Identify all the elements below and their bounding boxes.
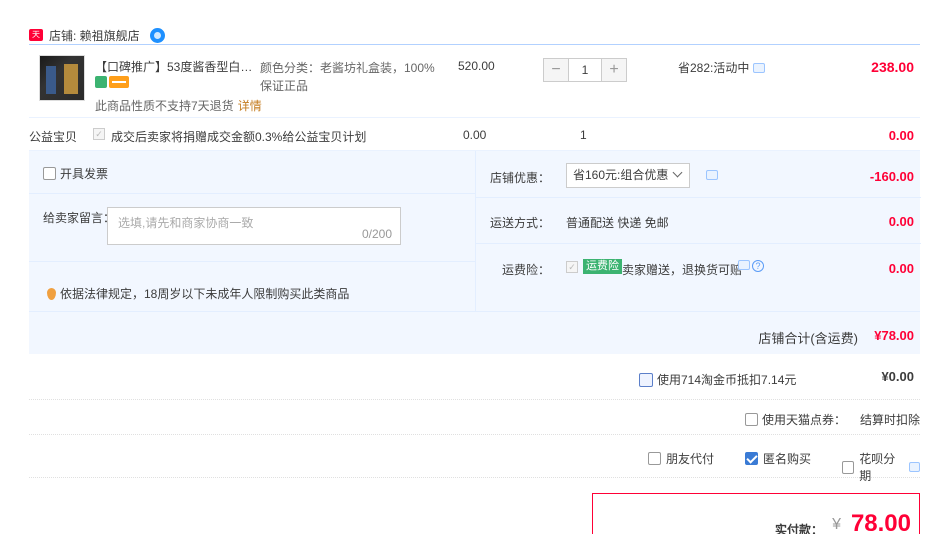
legal-notice-text: 依据法律规定，18周岁以下未成年人限制购买此类商品 — [60, 287, 350, 301]
shipping-value: 0.00 — [888, 214, 914, 229]
coupon-select[interactable]: 省160元:组合优惠 — [566, 163, 690, 188]
details-link[interactable]: 详情 — [238, 99, 262, 113]
huabei-info-icon[interactable] — [908, 462, 920, 472]
insurance-label: 运费险： — [501, 263, 550, 277]
charity-total: 0.00 — [888, 128, 914, 143]
shop-header: 天猫 店铺: 赖祖旗舰店 — [29, 25, 165, 51]
legal-notice: 依据法律规定，18周岁以下未成年人限制购买此类商品 — [47, 285, 349, 302]
divider — [29, 193, 475, 194]
coin-row: 使用714淘金币抵扣7.14元 ¥0.00 — [29, 354, 920, 400]
return-note-text: 此商品性质不支持7天退货 — [95, 99, 234, 113]
insurance-icons: ? — [738, 260, 764, 272]
insurance-value: 0.00 — [888, 261, 914, 276]
charity-label: 公益宝贝 — [29, 130, 78, 144]
charity-price: 0.00 — [463, 128, 487, 142]
charity-row: 公益宝贝 ✓ 成交后卖家将捐赠成交金额0.3%给公益宝贝计划 0.00 1 0.… — [29, 118, 920, 151]
unit-price: 520.00 — [458, 59, 495, 73]
product-image[interactable] — [39, 55, 85, 101]
credit-card-icon[interactable] — [109, 76, 129, 88]
item-total: 238.00 — [871, 59, 914, 75]
invoice-checkbox[interactable] — [43, 167, 56, 180]
help-icon[interactable]: ? — [752, 260, 764, 272]
coupon-label: 店铺优惠： — [489, 171, 550, 185]
message-label: 给卖家留言： — [43, 211, 116, 225]
final-amount: 78.00 — [850, 510, 911, 534]
sku-line-2: 保证正品 — [260, 79, 309, 93]
qty-decrease-button[interactable]: − — [543, 58, 569, 82]
insurance-tag: 运费险 — [583, 259, 622, 274]
product-title[interactable]: 【口碑推广】53度酱香型白酒... — [95, 58, 255, 75]
charity-qty: 1 — [580, 128, 587, 142]
tmall-points-checkbox[interactable] — [745, 413, 758, 426]
huabei-option[interactable]: 花呗分期 — [842, 450, 920, 484]
seller-message-input[interactable]: 选填,请先和商家协商一致 0/200 — [107, 207, 401, 245]
shop-total-row: 店铺合计(含运费) ¥78.00 — [29, 311, 920, 355]
coin-label: 使用714淘金币抵扣7.14元 — [657, 373, 797, 387]
saving-text: 省282:活动中 — [678, 61, 750, 75]
chevron-down-icon — [672, 167, 683, 178]
invoice-label: 开具发票 — [60, 167, 109, 181]
coupon-selected-value: 省160元:组合优惠 — [573, 168, 669, 182]
tmall-points-deduct: 结算时扣除 — [859, 413, 920, 427]
friend-pay-option[interactable]: 朋友代付 — [648, 450, 714, 467]
location-pin-icon — [47, 287, 56, 300]
guarantee-icon[interactable] — [95, 76, 107, 88]
divider — [476, 197, 921, 198]
order-block: 【口碑推广】53度酱香型白酒... 此商品性质不支持7天退货 详情 颜色分类：老酱… — [29, 44, 921, 355]
promo-info-icon[interactable] — [753, 62, 766, 73]
final-label: 实付款： — [774, 523, 823, 534]
return-note: 此商品性质不支持7天退货 详情 — [95, 97, 262, 114]
message-placeholder: 选填,请先和商家协商一致 — [118, 216, 254, 230]
insurance-info-icon[interactable] — [738, 260, 750, 270]
final-payment-box: 实付款： ¥ 78.00 — [592, 493, 920, 534]
coin-checkbox[interactable] — [639, 372, 653, 387]
tmall-points-row: 使用天猫点券： 结算时扣除 — [29, 400, 920, 435]
coupon-value: -160.00 — [869, 169, 914, 184]
currency-symbol: ¥ — [832, 516, 841, 533]
huabei-checkbox[interactable] — [842, 460, 855, 474]
qty-increase-button[interactable]: + — [601, 58, 627, 82]
wangwang-chat-icon[interactable] — [149, 27, 165, 43]
insurance-text: 卖家赠送，退换货可赔 — [622, 263, 743, 277]
friend-pay-label: 朋友代付 — [666, 452, 715, 466]
shop-total-value: ¥78.00 — [874, 328, 914, 343]
divider — [476, 243, 921, 244]
charity-checkbox: ✓ — [93, 128, 105, 140]
anonymous-buy-label: 匿名购买 — [763, 452, 812, 466]
anonymous-buy-checkbox[interactable] — [745, 452, 758, 465]
message-char-count: 0/200 — [361, 227, 392, 241]
tmall-points-option[interactable]: 使用天猫点券： — [745, 411, 846, 428]
service-badges — [95, 76, 129, 88]
quantity-stepper: − 1 + — [543, 58, 627, 82]
left-options-panel: 开具发票 给卖家留言： 选填,请先和商家协商一致 0/200 依据法律规定，18… — [29, 151, 475, 311]
insurance-checkbox: ✓ — [566, 261, 578, 273]
charity-text: 成交后卖家将捐赠成交金额0.3%给公益宝贝计划 — [111, 130, 367, 144]
tmall-points-label: 使用天猫点券： — [762, 413, 847, 427]
shop-total-label: 店铺合计(含运费) — [758, 331, 858, 346]
huabei-label: 花呗分期 — [859, 452, 896, 483]
shipping-label: 运送方式： — [489, 216, 550, 230]
payment-options-row: 朋友代付 匿名购买 花呗分期 — [29, 435, 920, 483]
divider — [29, 261, 475, 262]
coin-value: ¥0.00 — [881, 369, 914, 384]
sku-line-1: 颜色分类：老酱坊礼盒装，100% — [260, 61, 435, 75]
invoice-option[interactable]: 开具发票 — [43, 165, 108, 182]
friend-pay-checkbox[interactable] — [648, 452, 661, 465]
qty-input[interactable]: 1 — [569, 58, 601, 82]
sku-info: 颜色分类：老酱坊礼盒装，100% 保证正品 — [260, 59, 440, 95]
shop-name[interactable]: 店铺: 赖祖旗舰店 — [49, 27, 140, 44]
tmall-badge-icon: 天猫 — [29, 29, 43, 51]
right-options-panel: 店铺优惠： 省160元:组合优惠 -160.00 运送方式： 普通配送 快递 免… — [475, 151, 921, 311]
shipping-method: 普通配送 快递 免邮 — [566, 216, 669, 230]
promo-saving: 省282:活动中 — [678, 59, 766, 76]
coin-option[interactable]: 使用714淘金币抵扣7.14元 — [639, 371, 796, 388]
anonymous-buy-option[interactable]: 匿名购买 — [745, 450, 811, 467]
item-row: 【口碑推广】53度酱香型白酒... 此商品性质不支持7天退货 详情 颜色分类：老酱… — [29, 45, 920, 118]
coupon-info-icon[interactable] — [706, 170, 718, 180]
